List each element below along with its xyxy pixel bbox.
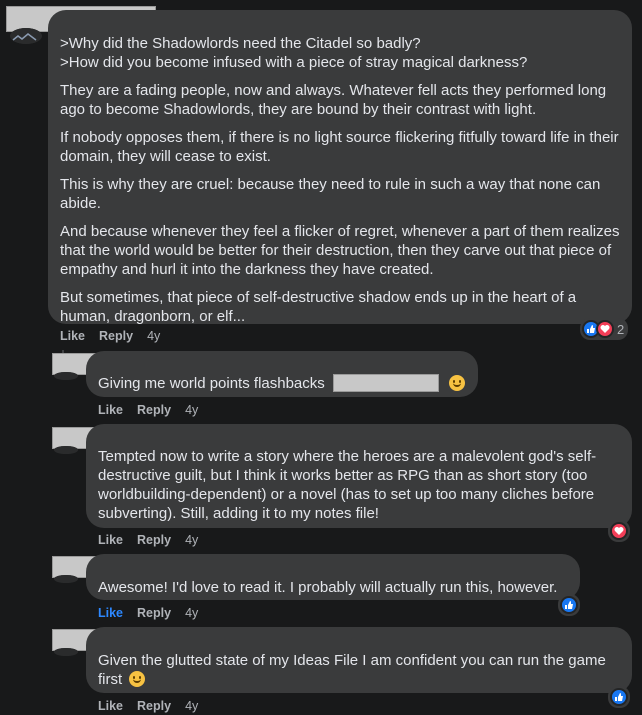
comment-text: Awesome! I'd love to read it. I probably… xyxy=(98,579,558,596)
smile-emoji xyxy=(129,671,146,687)
comment-text: Tempted now to write a story where the h… xyxy=(98,448,597,522)
avatar-image xyxy=(54,648,78,656)
timestamp[interactable]: 4y xyxy=(185,533,198,547)
like-button[interactable]: Like xyxy=(98,699,123,713)
like-button[interactable]: Like xyxy=(98,606,123,620)
reply-button[interactable]: Reply xyxy=(99,329,133,343)
avatar-image xyxy=(54,372,78,380)
avatar-image xyxy=(10,28,42,44)
comment-bubble: >Why did the Shadowlords need the Citade… xyxy=(48,10,632,325)
comment-paragraph: And because whenever they feel a flicker… xyxy=(60,223,620,278)
timestamp[interactable]: 4y xyxy=(185,699,198,713)
reaction-badge[interactable] xyxy=(608,686,630,708)
like-icon xyxy=(610,688,628,706)
comment-actions: Like Reply 4y xyxy=(98,606,198,620)
comment-text-line: Giving me world points flashbacks xyxy=(98,374,466,393)
avatar[interactable] xyxy=(54,446,78,454)
reply-button[interactable]: Reply xyxy=(137,403,171,417)
timestamp[interactable]: 4y xyxy=(147,329,160,343)
comment-text: Giving me world points flashbacks xyxy=(98,375,325,392)
love-icon xyxy=(610,522,628,540)
avatar[interactable] xyxy=(54,648,78,656)
reply-button[interactable]: Reply xyxy=(137,606,171,620)
like-button[interactable]: Like xyxy=(98,403,123,417)
comment-paragraph: This is why they are cruel: because they… xyxy=(60,176,601,212)
comment-actions: Like Reply 4y xyxy=(60,329,160,343)
like-button[interactable]: Like xyxy=(98,533,123,547)
reaction-badge[interactable] xyxy=(608,520,630,542)
avatar-image xyxy=(54,446,78,454)
comment-paragraph: If nobody opposes them, if there is no l… xyxy=(60,129,619,165)
avatar[interactable] xyxy=(10,28,42,44)
reply-button[interactable]: Reply xyxy=(137,699,171,713)
timestamp[interactable]: 4y xyxy=(185,606,198,620)
wink-emoji xyxy=(449,375,466,391)
reaction-badge[interactable] xyxy=(558,594,580,616)
comment-actions: Like Reply 4y xyxy=(98,533,198,547)
timestamp[interactable]: 4y xyxy=(185,403,198,417)
comment-paragraph: But sometimes, that piece of self-destru… xyxy=(60,289,577,325)
love-icon xyxy=(596,320,614,338)
comment-quote-line: >How did you become infused with a piece… xyxy=(60,54,528,71)
avatar[interactable] xyxy=(54,372,78,380)
comment-bubble: Given the glutted state of my Ideas File… xyxy=(86,627,632,693)
redacted-mention xyxy=(332,374,439,392)
reaction-count: 2 xyxy=(617,321,625,337)
comment-text: Given the glutted state of my Ideas File… xyxy=(98,652,606,688)
reply-button[interactable]: Reply xyxy=(137,533,171,547)
comment-bubble: Awesome! I'd love to read it. I probably… xyxy=(86,554,580,600)
comment-bubble: Tempted now to write a story where the h… xyxy=(86,424,632,528)
comment-text-line: Given the glutted state of my Ideas File… xyxy=(98,651,622,689)
like-button[interactable]: Like xyxy=(60,329,85,343)
avatar[interactable] xyxy=(54,575,78,583)
comment-quote-line: >Why did the Shadowlords need the Citade… xyxy=(60,35,421,52)
comment-paragraph: They are a fading people, now and always… xyxy=(60,82,607,118)
comment-bubble: Giving me world points flashbacks xyxy=(86,351,478,397)
comment-actions: Like Reply 4y xyxy=(98,699,198,713)
like-icon xyxy=(560,596,578,614)
avatar-image xyxy=(54,575,78,583)
comment-actions: Like Reply 4y xyxy=(98,403,198,417)
reaction-badge[interactable]: 2 xyxy=(580,318,629,340)
